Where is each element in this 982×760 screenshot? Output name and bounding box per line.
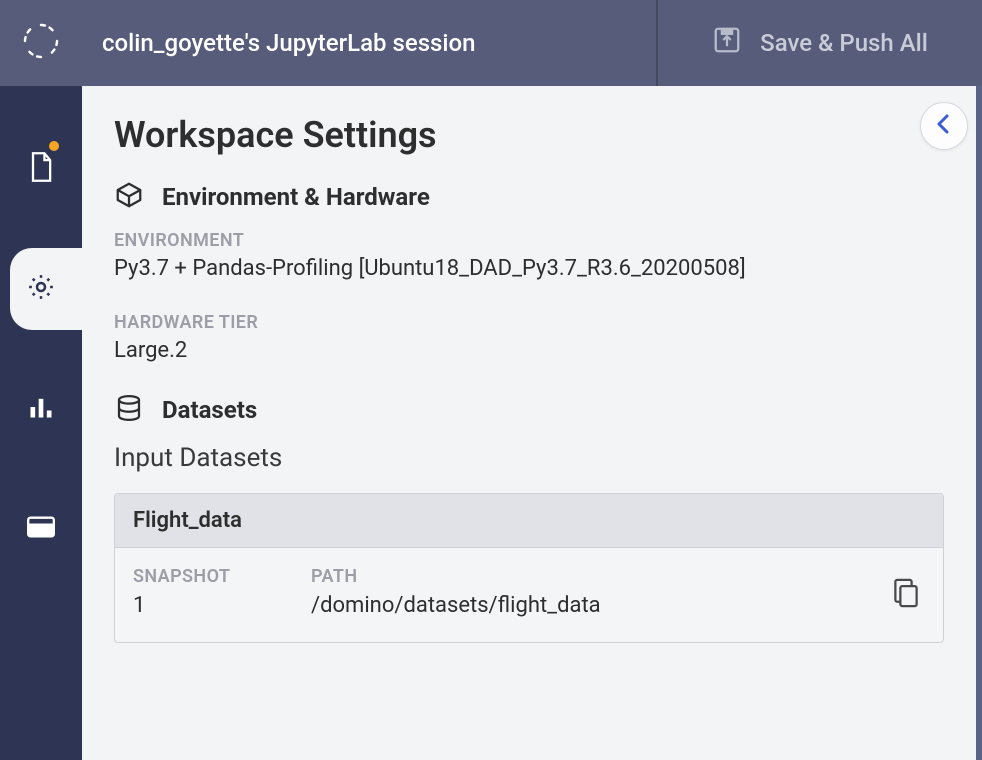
environment-label: ENVIRONMENT [114,230,944,251]
sidebar-item-files[interactable] [0,128,82,210]
dataset-path-label: PATH [311,566,879,587]
gear-icon [26,272,56,306]
copy-icon [891,595,921,614]
save-push-all-button[interactable]: Save & Push All [656,0,982,86]
domino-logo-icon [21,21,61,65]
hardware-tier-label: HARDWARE TIER [114,312,944,333]
copy-path-button[interactable] [887,572,925,618]
input-datasets-title: Input Datasets [114,443,944,473]
save-push-icon [712,25,742,61]
sidebar-item-settings[interactable] [10,248,82,330]
save-push-label: Save & Push All [760,29,928,57]
cube-icon [114,180,144,214]
section-title-env-hw: Environment & Hardware [162,183,430,211]
page-title: Workspace Settings [114,114,944,156]
dataset-path-value: /domino/datasets/flight_data [311,593,879,618]
sidebar [0,86,82,760]
hardware-tier-value: Large.2 [114,337,944,366]
session-title: colin_goyette's JupyterLab session [82,0,656,86]
database-icon [114,393,144,427]
section-title-datasets: Datasets [162,396,257,424]
notification-dot-icon [47,139,61,153]
sidebar-item-analytics[interactable] [0,368,82,450]
dataset-snapshot-value: 1 [133,593,303,618]
dataset-name: Flight_data [115,494,943,548]
chevron-left-icon [934,113,954,139]
header: colin_goyette's JupyterLab session Save … [0,0,982,86]
card-icon [27,516,55,542]
main-panel: Workspace Settings Environment & Hardwar… [82,86,982,760]
environment-value: Py3.7 + Pandas-Profiling [Ubuntu18_DAD_P… [114,255,944,284]
sidebar-item-data[interactable] [0,488,82,570]
logo-container [0,0,82,86]
dataset-snapshot-label: SNAPSHOT [133,566,303,587]
file-icon [27,151,55,187]
collapse-panel-button[interactable] [920,102,968,150]
section-head-env-hw: Environment & Hardware [114,180,944,214]
bar-chart-icon [27,393,55,425]
dataset-card: Flight_data SNAPSHOT 1 PATH /domino/data… [114,493,944,643]
section-head-datasets: Datasets [114,393,944,427]
